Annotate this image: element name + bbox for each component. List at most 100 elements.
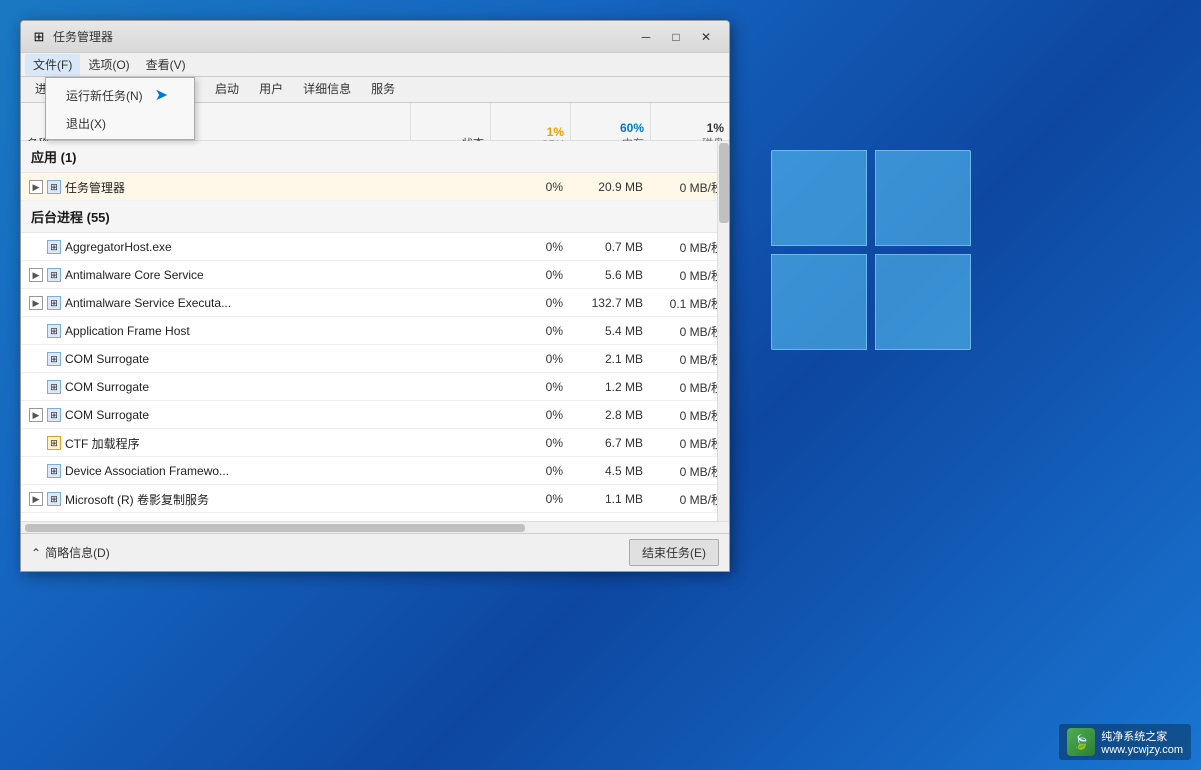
process-cpu: 0%	[491, 408, 571, 422]
process-icon: ⊞	[47, 408, 61, 422]
end-task-button[interactable]: 结束任务(E)	[629, 539, 719, 566]
expand-button[interactable]: ▶	[29, 268, 43, 282]
menu-run-new-task[interactable]: 运行新任务(N) ➤	[46, 80, 194, 110]
watermark: 🍃 纯净系统之家 www.ycwjzy.com	[1059, 724, 1191, 760]
process-icon: ⊞	[47, 268, 61, 282]
task-manager-window: ⊞ 任务管理器 ─ □ ✕ 文件(F) 选项(O) 查看(V) 运行新任务(N)…	[20, 20, 730, 572]
process-name-text: COM Surrogate	[65, 408, 149, 422]
process-icon: ⊞	[47, 296, 61, 310]
process-cpu: 0%	[491, 240, 571, 254]
minimize-button[interactable]: ─	[633, 27, 659, 47]
process-name-cell: ⊞COM Surrogate	[21, 352, 411, 366]
scrollbar-thumb	[719, 143, 729, 223]
process-cpu: 0%	[491, 492, 571, 506]
menu-file[interactable]: 文件(F)	[25, 54, 80, 76]
tab-startup[interactable]: 启动	[205, 77, 249, 102]
table-row[interactable]: ⊞CTF 加载程序0%6.7 MB0 MB/秒0 Mbps	[21, 429, 729, 457]
expand-button[interactable]: ▶	[29, 492, 43, 506]
summary-label: 简略信息(D)	[45, 544, 110, 561]
h-scrollbar-thumb	[25, 524, 525, 532]
menu-exit[interactable]: 退出(X)	[46, 110, 194, 137]
process-cpu: 0%	[491, 352, 571, 366]
process-icon: ⊞	[47, 436, 61, 450]
process-memory: 20.9 MB	[571, 180, 651, 194]
process-name-text: Antimalware Service Executa...	[65, 296, 231, 310]
menu-view[interactable]: 查看(V)	[138, 54, 194, 76]
process-name-cell: ▶ ⊞ Antimalware Service Executa...	[21, 296, 411, 310]
cpu-pct: 1%	[547, 125, 564, 139]
process-memory: 5.6 MB	[571, 268, 651, 282]
process-name-cell: ▶⊞Microsoft (R) 卷影复制服务	[21, 491, 411, 508]
horizontal-scrollbar[interactable]	[21, 521, 729, 533]
process-name-text: COM Surrogate	[65, 380, 149, 394]
process-cpu: 0%	[491, 324, 571, 338]
process-name-cell: ⊞ COM Surrogate	[21, 380, 411, 394]
process-memory: 1.2 MB	[571, 380, 651, 394]
table-row[interactable]: ▶ ⊞ Antimalware Service Executa... 0%132.7 …	[21, 289, 729, 317]
process-memory: 2.1 MB	[571, 352, 651, 366]
table-row[interactable]: ⊞COM Surrogate0%2.1 MB0 MB/秒0 Mbps	[21, 345, 729, 373]
expand-button[interactable]: ▶	[29, 408, 43, 422]
title-bar: ⊞ 任务管理器 ─ □ ✕	[21, 21, 729, 53]
process-name-cell: ⊞ Application Frame Host	[21, 324, 411, 338]
title-bar-left: ⊞ 任务管理器	[31, 28, 113, 45]
process-name-cell: ⊞CTF 加载程序	[21, 435, 411, 452]
title-bar-controls: ─ □ ✕	[633, 27, 719, 47]
process-icon: ⊞	[47, 464, 61, 478]
process-name-text: COM Surrogate	[65, 352, 149, 366]
process-memory: 1.1 MB	[571, 492, 651, 506]
table-row[interactable]: ▶⊞Antimalware Core Service0%5.6 MB0 MB/秒…	[21, 261, 729, 289]
process-name-text: Antimalware Core Service	[65, 268, 204, 282]
task-manager-icon: ⊞	[31, 29, 47, 45]
process-name-text: AggregatorHost.exe	[65, 240, 172, 254]
menu-options[interactable]: 选项(O)	[80, 54, 137, 76]
close-button[interactable]: ✕	[693, 27, 719, 47]
process-name-cell: ▶ ⊞ 任务管理器	[21, 179, 411, 196]
expand-button[interactable]: ▶	[29, 180, 43, 194]
summary-button[interactable]: ⌃ 简略信息(D)	[31, 544, 110, 561]
table-row[interactable]: ⊞Application Frame Host0%5.4 MB0 MB/秒0 M…	[21, 317, 729, 345]
process-memory: 5.4 MB	[571, 324, 651, 338]
section-header-app: 应用 (1)	[21, 141, 729, 173]
table-row[interactable]: ⊞AggregatorHost.exe0%0.7 MB0 MB/秒0 Mbps	[21, 233, 729, 261]
file-dropdown-menu: 运行新任务(N) ➤ 退出(X)	[45, 77, 195, 140]
menu-bar: 文件(F) 选项(O) 查看(V)	[21, 53, 729, 77]
process-cpu: 0%	[491, 464, 571, 478]
process-cpu: 0%	[491, 296, 571, 310]
process-icon: ⊞	[47, 324, 61, 338]
process-name-cell: ▶ ⊞ Antimalware Core Service	[21, 268, 411, 282]
expand-button[interactable]: ▶	[29, 296, 43, 310]
table-row[interactable]: ▶⊞COM Surrogate0%2.8 MB0 MB/秒0 Mbps	[21, 401, 729, 429]
process-table-body[interactable]: 应用 (1)▶⊞任务管理器0%20.9 MB0 MB/秒0 Mbps后台进程 (…	[21, 141, 729, 521]
tab-services[interactable]: 服务	[361, 77, 405, 102]
process-icon: ⊞	[47, 180, 61, 194]
tab-details[interactable]: 详细信息	[293, 77, 361, 102]
process-icon: ⊞	[47, 240, 61, 254]
process-cpu: 0%	[491, 380, 571, 394]
process-cpu: 0%	[491, 436, 571, 450]
process-memory: 4.5 MB	[571, 464, 651, 478]
process-name-cell: ▶ ⊞ COM Surrogate	[21, 408, 411, 422]
process-name-text: Application Frame Host	[65, 324, 190, 338]
process-memory: 2.8 MB	[571, 408, 651, 422]
process-icon: ⊞	[47, 380, 61, 394]
table-row[interactable]: ▶⊞Microsoft (R) 卷影复制服务0%1.1 MB0 MB/秒0 Mb…	[21, 485, 729, 513]
process-name-text: 任务管理器	[65, 179, 125, 196]
windows-logo	[771, 150, 1001, 380]
process-cpu: 0%	[491, 268, 571, 282]
disk-pct: 1%	[707, 121, 724, 135]
arrow-icon: ➤	[155, 85, 168, 105]
tab-users[interactable]: 用户	[249, 77, 293, 102]
process-name-text: Device Association Framewo...	[65, 464, 229, 478]
table-row[interactable]: ⊞Device Association Framewo...0%4.5 MB0 …	[21, 457, 729, 485]
vertical-scrollbar[interactable]	[717, 141, 729, 521]
table-row[interactable]: ⊞COM Surrogate0%1.2 MB0 MB/秒0 Mbps	[21, 373, 729, 401]
maximize-button[interactable]: □	[663, 27, 689, 47]
process-cpu: 0%	[491, 180, 571, 194]
watermark-icon: 🍃	[1067, 728, 1095, 756]
table-row[interactable]: ▶⊞任务管理器0%20.9 MB0 MB/秒0 Mbps	[21, 173, 729, 201]
watermark-text: 纯净系统之家 www.ycwjzy.com	[1101, 728, 1183, 756]
process-name-text: Microsoft (R) 卷影复制服务	[65, 491, 209, 508]
process-name-cell: ⊞ Device Association Framewo...	[21, 464, 411, 478]
process-memory: 132.7 MB	[571, 296, 651, 310]
